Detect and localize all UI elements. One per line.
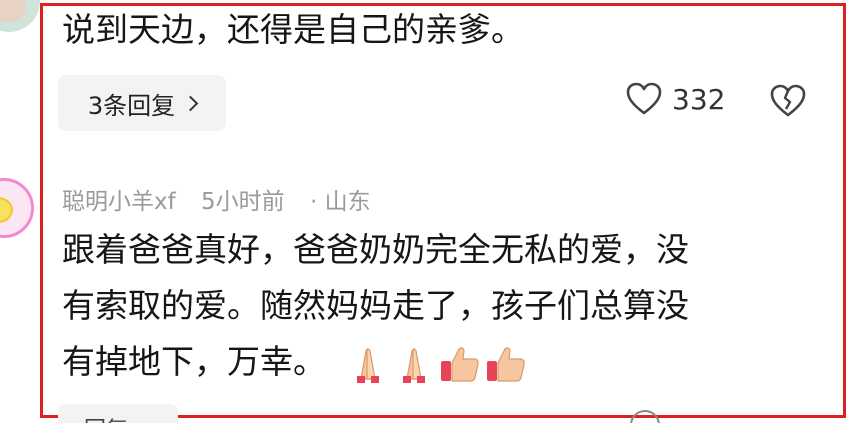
comment-2-line-text: 有掉地下，万幸。 xyxy=(62,342,326,381)
like-count: 332 xyxy=(672,82,726,116)
comment-2-line: 有掉地下，万幸。 xyxy=(62,334,689,390)
view-replies-button[interactable]: 3条回复 xyxy=(58,75,226,131)
thumbs-up-icon xyxy=(440,346,479,382)
next-replies-label: 回复 xyxy=(84,412,128,423)
broken-heart-icon xyxy=(770,84,806,117)
praying-hands-icon xyxy=(356,347,379,383)
heart-icon xyxy=(626,82,662,115)
comment-2-text: 跟着爸爸真好，爸爸奶奶完全无私的爱，没 有索取的爱。随然妈妈走了，孩子们总算没 … xyxy=(62,222,689,390)
location: · 山东 xyxy=(309,189,371,215)
emoji-row xyxy=(347,343,527,385)
comment-2-line: 跟着爸爸真好，爸爸奶奶完全无私的爱，没 xyxy=(62,230,689,269)
praying-hands-icon xyxy=(402,347,425,383)
username[interactable]: 聪明小羊xf xyxy=(62,189,176,215)
comment-1-text: 说到天边，还得是自己的亲爹。 xyxy=(62,10,524,49)
thumbs-up-icon xyxy=(486,346,525,382)
chevron-right-icon xyxy=(182,95,199,111)
comment-2-meta: 聪明小羊xf 5小时前 · 山东 xyxy=(62,182,389,216)
avatar-user-聪明小羊[interactable] xyxy=(0,178,34,238)
avatar-emblem xyxy=(0,197,13,223)
timestamp: 5小时前 xyxy=(201,189,285,215)
replies-label: 3条回复 xyxy=(87,91,176,120)
like-button[interactable]: 332 xyxy=(626,82,725,116)
dislike-button[interactable] xyxy=(770,84,806,118)
comment-2-line: 有索取的爱。随然妈妈走了，孩子们总算没 xyxy=(62,286,689,325)
